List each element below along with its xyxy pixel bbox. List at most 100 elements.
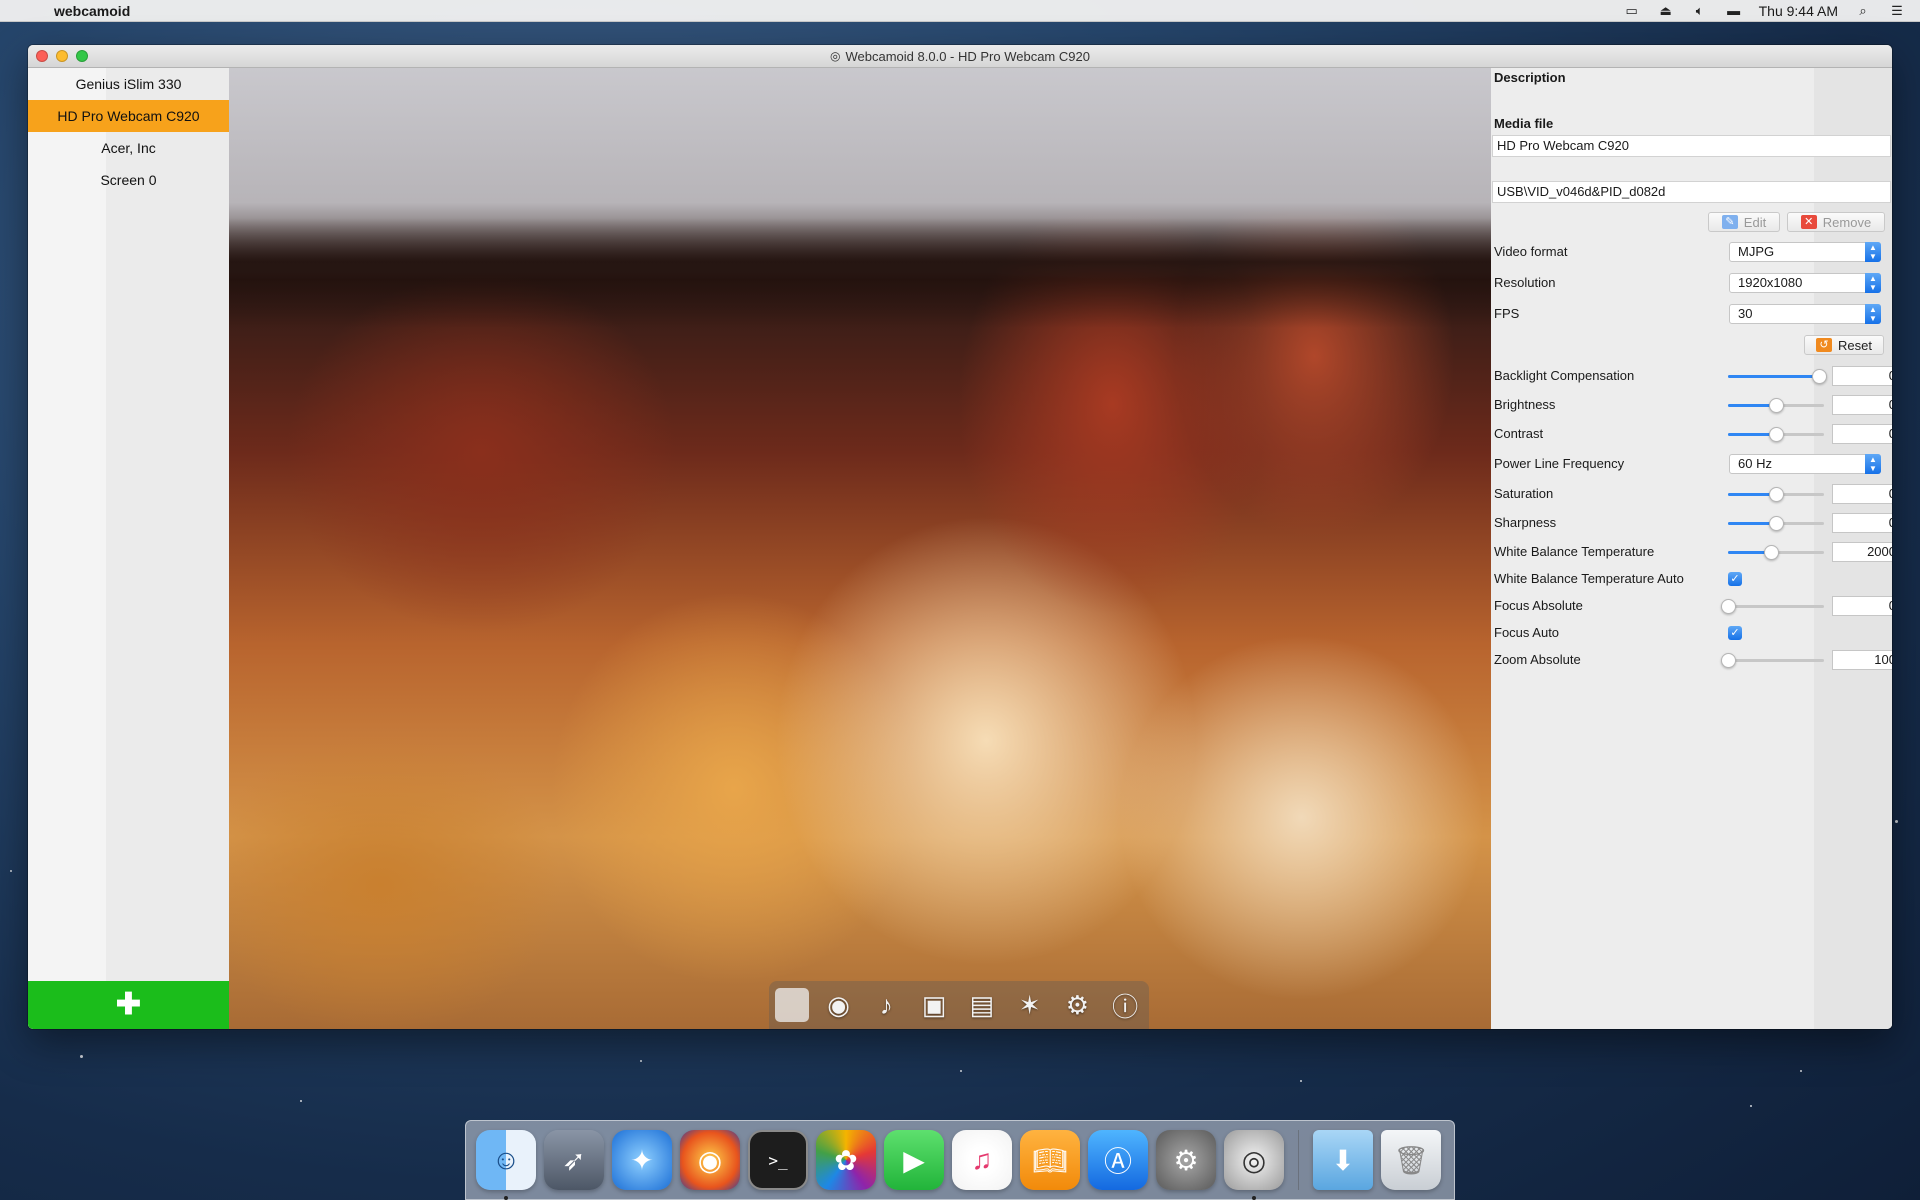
wb-auto-checkbox[interactable]: ✓ bbox=[1728, 572, 1742, 586]
system-preferences-icon[interactable]: ⚙ bbox=[1156, 1130, 1216, 1190]
itunes-icon[interactable]: ♫ bbox=[952, 1130, 1012, 1190]
contrast-label: Contrast bbox=[1494, 426, 1544, 441]
film-icon[interactable]: ▤ bbox=[964, 987, 1000, 1023]
chevron-updown-icon: ▲ ▼ bbox=[1865, 273, 1881, 293]
sharpness-slider[interactable] bbox=[1728, 516, 1824, 531]
brightness-slider[interactable] bbox=[1728, 398, 1824, 413]
saturation-slider[interactable] bbox=[1728, 487, 1824, 502]
zoom-window-button[interactable] bbox=[76, 50, 88, 62]
focus-absolute-label: Focus Absolute bbox=[1494, 598, 1583, 613]
eject-icon[interactable]: ⏏ bbox=[1657, 3, 1675, 18]
resolution-select[interactable]: 1920x1080 ▲ ▼ bbox=[1729, 273, 1881, 293]
spotlight-search-icon[interactable]: ⌕ bbox=[1854, 3, 1872, 18]
chevron-updown-icon: ▲ ▼ bbox=[1865, 242, 1881, 262]
title-bar: ◎ Webcamoid 8.0.0 - HD Pro Webcam C920 bbox=[28, 45, 1892, 68]
finder-icon[interactable]: ☺ bbox=[476, 1130, 536, 1200]
zoom-absolute-spinbox[interactable]: 100 bbox=[1832, 650, 1892, 670]
launchpad-icon[interactable]: ➶ bbox=[544, 1130, 604, 1190]
power-line-label: Power Line Frequency bbox=[1494, 456, 1625, 471]
firefox-icon[interactable]: ◉ bbox=[680, 1130, 740, 1190]
dock-separator bbox=[1298, 1130, 1299, 1190]
backlight-slider[interactable] bbox=[1728, 369, 1828, 384]
focus-auto-checkbox[interactable]: ✓ bbox=[1728, 626, 1742, 640]
saturation-label: Saturation bbox=[1494, 486, 1554, 501]
contrast-slider[interactable] bbox=[1728, 427, 1824, 442]
brightness-label: Brightness bbox=[1494, 397, 1556, 412]
description-field[interactable]: HD Pro Webcam C920 bbox=[1492, 135, 1891, 157]
info-icon[interactable]: ⓘ bbox=[1107, 987, 1143, 1023]
reset-icon: ↺ bbox=[1816, 338, 1833, 352]
source-item-genius[interactable]: Genius iSlim 330 bbox=[28, 68, 229, 100]
focus-absolute-slider[interactable] bbox=[1721, 599, 1824, 614]
chevron-updown-icon: ▲ ▼ bbox=[1865, 454, 1881, 474]
facetime-icon[interactable]: ▶ bbox=[884, 1130, 944, 1190]
wb-auto-label: White Balance Temperature Auto bbox=[1494, 571, 1684, 586]
volume-icon[interactable]: 🔈︎ bbox=[1691, 3, 1709, 18]
remove-x-icon: ✕ bbox=[1800, 215, 1817, 229]
terminal-icon[interactable]: >_ bbox=[748, 1130, 808, 1190]
fps-label: FPS bbox=[1494, 306, 1520, 321]
backlight-spinbox[interactable]: 0 bbox=[1832, 366, 1892, 386]
source-sidebar: Genius iSlim 330 HD Pro Webcam C920 Acer… bbox=[28, 68, 229, 1029]
chevron-updown-icon: ▲ ▼ bbox=[1865, 304, 1881, 324]
trash-icon[interactable]: 🗑︎ bbox=[1381, 1130, 1441, 1190]
dock: ☺ ➶ ✦ ◉ >_ ✿ ▶ ♫ 📖︎ Ⓐ ⚙ ◎ ⬇ 🗑︎ bbox=[465, 1120, 1455, 1200]
source-item-hd-pro-webcam[interactable]: HD Pro Webcam C920 bbox=[28, 100, 229, 132]
camera-icon[interactable]: ▣ bbox=[916, 987, 952, 1023]
airplay-icon[interactable]: ▭ bbox=[1623, 3, 1641, 18]
effects-wand-icon[interactable]: ✶ bbox=[1012, 987, 1048, 1023]
sharpness-label: Sharpness bbox=[1494, 515, 1557, 530]
camera-settings-panel: Description HD Pro Webcam C920 Media fil… bbox=[1491, 68, 1892, 1029]
contrast-spinbox[interactable]: 0 bbox=[1832, 424, 1892, 444]
add-source-button[interactable]: ✚ bbox=[28, 981, 229, 1029]
backlight-label: Backlight Compensation bbox=[1494, 368, 1635, 383]
minimize-window-button[interactable] bbox=[56, 50, 68, 62]
media-file-label: Media file bbox=[1494, 116, 1554, 131]
video-toolbar: ◉ ♪ ▣ ▤ ✶ ⚙ ⓘ bbox=[769, 981, 1149, 1029]
source-item-acer[interactable]: Acer, Inc bbox=[28, 132, 229, 164]
description-label: Description bbox=[1494, 70, 1566, 85]
photos-icon[interactable]: ✿ bbox=[816, 1130, 876, 1190]
webcamoid-dock-icon[interactable]: ◎ bbox=[1224, 1130, 1284, 1200]
wb-temperature-label: White Balance Temperature bbox=[1494, 544, 1655, 559]
wb-temperature-slider[interactable] bbox=[1728, 545, 1824, 560]
fps-select[interactable]: 30 ▲ ▼ bbox=[1729, 304, 1881, 324]
app-store-icon[interactable]: Ⓐ bbox=[1088, 1130, 1148, 1190]
video-format-select[interactable]: MJPG ▲ ▼ bbox=[1729, 242, 1881, 262]
record-icon[interactable] bbox=[774, 988, 809, 1022]
resolution-label: Resolution bbox=[1494, 275, 1556, 290]
window-title: Webcamoid 8.0.0 - HD Pro Webcam C920 bbox=[845, 48, 1090, 64]
notification-center-icon[interactable]: ☰ bbox=[1888, 3, 1906, 18]
gear-icon[interactable]: ⚙ bbox=[1059, 987, 1095, 1023]
video-preview: ◉ ♪ ▣ ▤ ✶ ⚙ ⓘ bbox=[229, 68, 1491, 1029]
menu-bar: webcamoid ▭ ⏏ 🔈︎ ▬ Thu 9:44 AM ⌕ ☰ bbox=[0, 0, 1920, 22]
safari-icon[interactable]: ✦ bbox=[612, 1130, 672, 1190]
close-window-button[interactable] bbox=[36, 50, 48, 62]
sharpness-spinbox[interactable]: 0 bbox=[1832, 513, 1892, 533]
webcam-title-icon: ◎ bbox=[830, 49, 841, 63]
webcamoid-window: ◎ Webcamoid 8.0.0 - HD Pro Webcam C920 G… bbox=[28, 45, 1892, 1029]
focus-auto-label: Focus Auto bbox=[1494, 625, 1560, 640]
menubar-clock[interactable]: Thu 9:44 AM bbox=[1759, 3, 1838, 19]
focus-absolute-spinbox[interactable]: 0 bbox=[1832, 596, 1892, 616]
edit-pencil-icon: ✎ bbox=[1721, 215, 1738, 229]
battery-icon[interactable]: ▬ bbox=[1725, 3, 1743, 18]
brightness-spinbox[interactable]: 0 bbox=[1832, 395, 1892, 415]
source-item-screen[interactable]: Screen 0 bbox=[28, 164, 229, 196]
menu-app-name[interactable]: webcamoid bbox=[54, 3, 130, 19]
downloads-folder-icon[interactable]: ⬇ bbox=[1313, 1130, 1373, 1190]
source-list: Genius iSlim 330 HD Pro Webcam C920 Acer… bbox=[28, 68, 229, 196]
power-line-select[interactable]: 60 Hz ▲ ▼ bbox=[1729, 454, 1881, 474]
ibooks-icon[interactable]: 📖︎ bbox=[1020, 1130, 1080, 1190]
video-format-label: Video format bbox=[1494, 244, 1568, 259]
saturation-spinbox[interactable]: 0 bbox=[1832, 484, 1892, 504]
reset-button[interactable]: ↺ Reset bbox=[1804, 335, 1884, 355]
edit-button[interactable]: ✎ Edit bbox=[1708, 212, 1780, 232]
music-note-icon[interactable]: ♪ bbox=[868, 987, 904, 1023]
webcam-icon[interactable]: ◉ bbox=[821, 987, 857, 1023]
wb-temperature-spinbox[interactable]: 2000 bbox=[1832, 542, 1892, 562]
media-file-field[interactable]: USB\VID_v046d&PID_d082d bbox=[1492, 181, 1891, 203]
zoom-absolute-label: Zoom Absolute bbox=[1494, 652, 1581, 667]
remove-button[interactable]: ✕ Remove bbox=[1787, 212, 1885, 232]
zoom-absolute-slider[interactable] bbox=[1721, 653, 1824, 668]
